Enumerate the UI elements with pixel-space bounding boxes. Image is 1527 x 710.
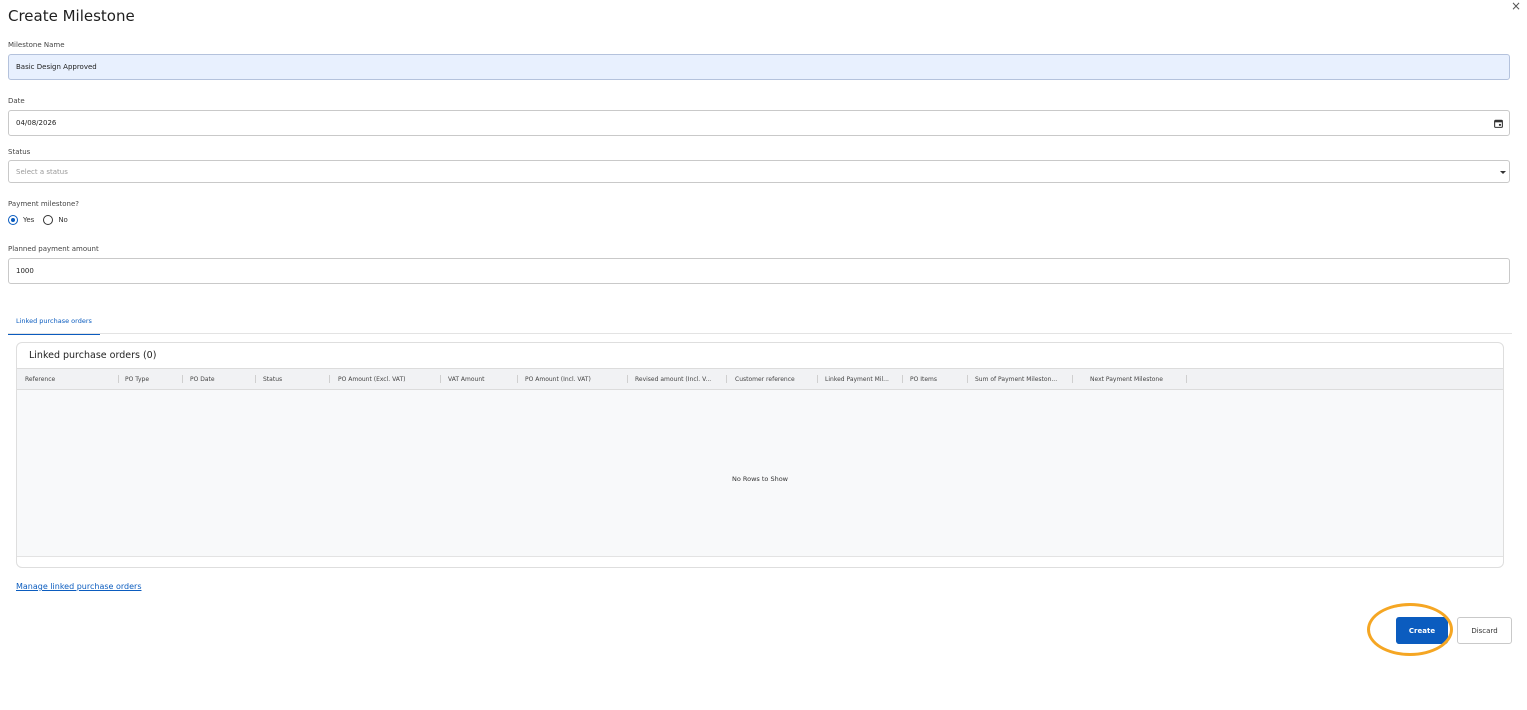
grid-footer bbox=[17, 556, 1503, 557]
column-header-po-amount-excl-vat[interactable]: PO Amount (Excl. VAT) bbox=[338, 376, 438, 383]
linked-purchase-orders-panel: Linked purchase orders (0) Reference PO … bbox=[16, 342, 1504, 568]
payment-milestone-label: Payment milestone? bbox=[8, 200, 80, 208]
column-separator[interactable] bbox=[329, 375, 330, 383]
tab-linked-purchase-orders[interactable]: Linked purchase orders bbox=[8, 314, 100, 335]
milestone-name-input[interactable]: Basic Design Approved bbox=[8, 54, 1510, 80]
column-separator[interactable] bbox=[255, 375, 256, 383]
close-icon[interactable]: × bbox=[1511, 0, 1521, 12]
radio-no-label[interactable]: No bbox=[58, 216, 68, 224]
column-header-po-type[interactable]: PO Type bbox=[125, 376, 180, 383]
empty-state-text: No Rows to Show bbox=[731, 475, 788, 483]
column-separator[interactable] bbox=[1072, 375, 1073, 383]
manage-linked-purchase-orders-link[interactable]: Manage linked purchase orders bbox=[16, 582, 142, 591]
date-value: 04/08/2026 bbox=[16, 119, 57, 127]
column-separator[interactable] bbox=[967, 375, 968, 383]
column-separator[interactable] bbox=[440, 375, 441, 383]
planned-payment-amount-input[interactable]: 1000 bbox=[8, 258, 1510, 284]
column-header-po-date[interactable]: PO Date bbox=[190, 376, 255, 383]
date-input[interactable]: 04/08/2026 bbox=[8, 110, 1510, 136]
column-header-revised-amount[interactable]: Revised amount (Incl. V... bbox=[635, 376, 717, 383]
grid-header: Reference PO Type PO Date Status PO Amou… bbox=[17, 368, 1503, 390]
payment-milestone-radio-group: Yes No bbox=[8, 215, 77, 225]
status-placeholder: Select a status bbox=[16, 167, 68, 176]
column-header-vat-amount[interactable]: VAT Amount bbox=[448, 376, 514, 383]
create-button[interactable]: Create bbox=[1396, 617, 1448, 644]
column-separator[interactable] bbox=[182, 375, 183, 383]
column-header-reference[interactable]: Reference bbox=[25, 376, 115, 383]
status-select[interactable]: Select a status bbox=[8, 160, 1510, 183]
column-separator[interactable] bbox=[517, 375, 518, 383]
column-header-status[interactable]: Status bbox=[263, 376, 328, 383]
page-title: Create Milestone bbox=[8, 7, 135, 25]
date-label: Date bbox=[8, 97, 25, 105]
tab-divider bbox=[8, 333, 1512, 334]
milestone-name-value: Basic Design Approved bbox=[16, 63, 97, 71]
column-header-customer-reference[interactable]: Customer reference bbox=[735, 376, 815, 383]
column-separator[interactable] bbox=[627, 375, 628, 383]
column-header-next-payment-milestone[interactable]: Next Payment Milestone bbox=[1090, 376, 1185, 383]
status-label: Status bbox=[8, 148, 31, 156]
radio-yes-label[interactable]: Yes bbox=[23, 216, 34, 224]
planned-payment-amount-label: Planned payment amount bbox=[8, 245, 99, 253]
radio-yes[interactable] bbox=[8, 215, 18, 225]
column-separator[interactable] bbox=[118, 375, 119, 383]
radio-no[interactable] bbox=[43, 215, 54, 225]
milestone-name-label: Milestone Name bbox=[8, 41, 65, 49]
column-separator[interactable] bbox=[817, 375, 818, 383]
column-header-po-items[interactable]: PO Items bbox=[910, 376, 965, 383]
planned-payment-amount-value: 1000 bbox=[16, 267, 34, 275]
column-header-po-amount-incl-vat[interactable]: PO Amount (Incl. VAT) bbox=[525, 376, 625, 383]
column-header-linked-payment-milestone[interactable]: Linked Payment Mil... bbox=[825, 376, 901, 383]
calendar-icon[interactable] bbox=[1494, 119, 1503, 128]
caret-down-icon bbox=[1500, 171, 1506, 174]
grid-body: No Rows to Show bbox=[17, 390, 1503, 556]
column-separator[interactable] bbox=[726, 375, 727, 383]
column-separator[interactable] bbox=[902, 375, 903, 383]
discard-button[interactable]: Discard bbox=[1457, 617, 1512, 644]
column-header-sum-of-payment-milestones[interactable]: Sum of Payment Mileston... bbox=[975, 376, 1067, 383]
panel-title: Linked purchase orders (0) bbox=[29, 350, 157, 361]
column-separator[interactable] bbox=[1186, 375, 1187, 383]
